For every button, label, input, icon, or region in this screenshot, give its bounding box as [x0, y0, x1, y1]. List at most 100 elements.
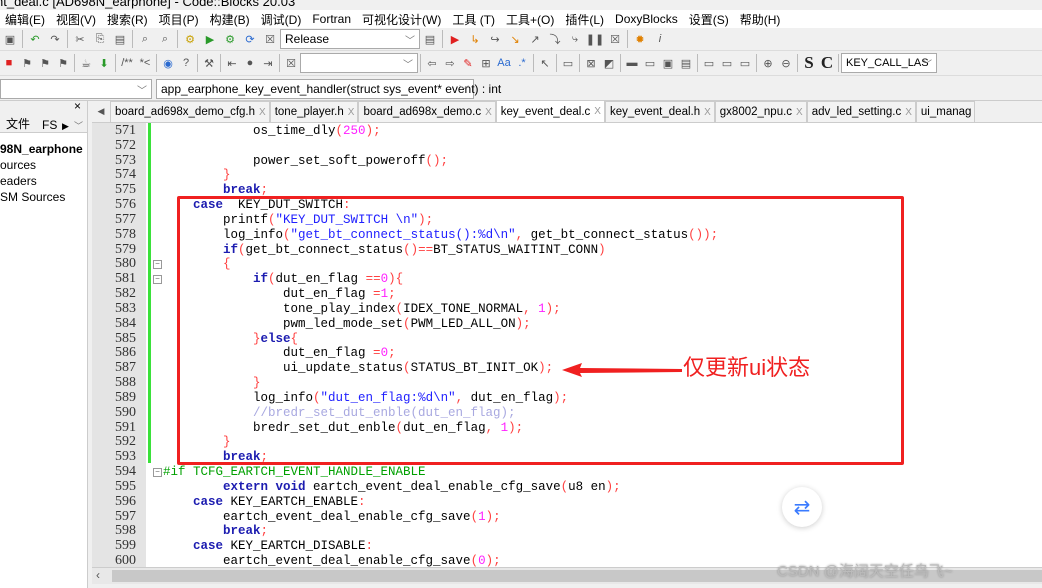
- file-tab[interactable]: key_event_deal.h X: [604, 101, 715, 122]
- menu-item[interactable]: 视图(V): [51, 11, 102, 28]
- rebuild-icon[interactable]: ⟳: [242, 31, 258, 47]
- match-case-icon[interactable]: Aa: [496, 55, 512, 71]
- block3-icon[interactable]: ▣: [660, 55, 676, 71]
- menu-item[interactable]: 构建(B): [205, 11, 256, 28]
- build-gear-icon[interactable]: ⚙: [182, 31, 198, 47]
- run-to-cursor-icon[interactable]: ↳: [467, 31, 483, 47]
- file-tab[interactable]: gx8002_npu.c X: [714, 101, 807, 122]
- step-instruction-icon[interactable]: ⤷: [567, 31, 583, 47]
- block-comment-button[interactable]: /**: [119, 55, 135, 71]
- search-combo[interactable]: ﹀: [300, 53, 418, 73]
- jump-forward-icon[interactable]: ⇥: [260, 55, 276, 71]
- scope-combo[interactable]: ﹀: [0, 78, 152, 99]
- close-tab-icon[interactable]: X: [905, 107, 912, 118]
- close-tab-icon[interactable]: X: [348, 107, 355, 118]
- tree-headers[interactable]: eaders: [0, 173, 87, 189]
- shape3-icon[interactable]: ▭: [737, 55, 753, 71]
- menu-item[interactable]: Fortran: [307, 12, 357, 26]
- paste-icon[interactable]: ▤: [112, 31, 128, 47]
- close-tab-icon[interactable]: X: [704, 107, 711, 118]
- search-prev-icon[interactable]: ⇦: [424, 55, 440, 71]
- fold-toggle-icon[interactable]: −: [153, 260, 162, 270]
- pointer-icon[interactable]: ↖: [537, 55, 553, 71]
- selected-text-icon[interactable]: ⊞: [478, 55, 494, 71]
- menu-item[interactable]: 编辑(E): [0, 11, 51, 28]
- file-tab[interactable]: tone_player.h X: [269, 101, 359, 122]
- save-all-icon[interactable]: ▣: [2, 31, 18, 47]
- s-button[interactable]: S: [801, 53, 817, 72]
- step-into-icon[interactable]: ↘: [507, 31, 523, 47]
- jump-back-icon[interactable]: ⇤: [224, 55, 240, 71]
- tree-project[interactable]: 98N_earphone: [0, 141, 87, 157]
- bookmark-next-icon[interactable]: ⚑: [37, 55, 53, 71]
- tree-sources[interactable]: ources: [0, 157, 87, 173]
- abort-icon[interactable]: ☒: [262, 31, 278, 47]
- close-tab-icon[interactable]: X: [259, 107, 266, 118]
- block4-icon[interactable]: ▤: [678, 55, 694, 71]
- file-tab[interactable]: key_event_deal.c X: [495, 100, 605, 122]
- undo-icon[interactable]: ↶: [27, 31, 43, 47]
- tab-list-icon[interactable]: ﹀: [68, 119, 89, 132]
- build-target-select[interactable]: Release ﹀: [280, 29, 420, 49]
- sync-floating-button[interactable]: ⇄: [782, 487, 822, 527]
- fold-toggle-icon[interactable]: −: [153, 275, 162, 285]
- zoom-out-icon[interactable]: ⊖: [778, 55, 794, 71]
- find-icon[interactable]: ⌕: [137, 31, 153, 47]
- wrench-icon[interactable]: ⚒: [201, 55, 217, 71]
- decision-icon[interactable]: ⊠: [583, 55, 599, 71]
- bookmark-prev-icon[interactable]: ⚑: [19, 55, 35, 71]
- step-out-icon[interactable]: ↗: [527, 31, 543, 47]
- symbol-combo[interactable]: KEY_CALL_LAS ﹀: [841, 53, 937, 73]
- rect-icon[interactable]: ▭: [560, 55, 576, 71]
- html-docs-icon[interactable]: ◉: [160, 55, 176, 71]
- block1-icon[interactable]: ▬: [624, 55, 640, 71]
- menu-item[interactable]: 插件(L): [560, 11, 610, 28]
- block2-icon[interactable]: ▭: [642, 55, 658, 71]
- close-tab-icon[interactable]: X: [594, 106, 601, 117]
- line-comment-button[interactable]: *<: [137, 55, 153, 71]
- close-panel-icon[interactable]: ×: [74, 99, 81, 113]
- menu-item[interactable]: 搜索(R): [102, 11, 154, 28]
- menu-item[interactable]: 工具 (T): [447, 11, 501, 28]
- target-options-icon[interactable]: ▤: [422, 31, 438, 47]
- extract-docs-icon[interactable]: ⬇: [96, 55, 112, 71]
- debug-start-icon[interactable]: ▶: [447, 31, 463, 47]
- scroll-left-icon[interactable]: ‹: [96, 568, 100, 582]
- build-run-icon[interactable]: ⚙: [222, 31, 238, 47]
- file-tab[interactable]: ui_manag: [915, 101, 976, 122]
- loop-icon[interactable]: ◩: [601, 55, 617, 71]
- menu-item[interactable]: 设置(S): [684, 11, 735, 28]
- menu-item[interactable]: 帮助(H): [735, 11, 787, 28]
- fold-toggle-icon[interactable]: −: [153, 468, 162, 478]
- search-next-icon[interactable]: ⇨: [442, 55, 458, 71]
- help-icon[interactable]: ?: [178, 55, 194, 71]
- regex-icon[interactable]: .*: [514, 55, 530, 71]
- shape1-icon[interactable]: ▭: [701, 55, 717, 71]
- menu-item[interactable]: 调试(D): [256, 11, 308, 28]
- file-tab[interactable]: board_ad698x_demo.c X: [358, 101, 496, 122]
- pause-icon[interactable]: ❚❚: [586, 31, 604, 47]
- highlight-icon[interactable]: ✎: [460, 55, 476, 71]
- menu-item[interactable]: 项目(P): [154, 11, 205, 28]
- zoom-in-icon[interactable]: ⊕: [760, 55, 776, 71]
- tree-asm-sources[interactable]: SM Sources: [0, 189, 87, 205]
- close-tab-icon[interactable]: X: [485, 107, 492, 118]
- c-button[interactable]: C: [819, 53, 835, 72]
- doxywizard-icon[interactable]: ☕: [78, 55, 94, 71]
- function-combo[interactable]: app_earphone_key_event_handler(struct sy…: [156, 78, 501, 99]
- info-icon[interactable]: i: [652, 31, 668, 47]
- tab-files[interactable]: 文件: [0, 115, 36, 132]
- run-icon[interactable]: ▶: [202, 31, 218, 47]
- menu-item[interactable]: DoxyBlocks: [610, 12, 684, 26]
- replace-icon[interactable]: ⌕: [157, 31, 173, 47]
- redo-icon[interactable]: ↷: [47, 31, 63, 47]
- debug-windows-icon[interactable]: ✹: [632, 31, 648, 47]
- next-line-icon[interactable]: ↪: [487, 31, 503, 47]
- cut-icon[interactable]: ✂: [72, 31, 88, 47]
- menu-item[interactable]: 工具+(O): [501, 11, 560, 28]
- clear-search-icon[interactable]: ☒: [283, 55, 299, 71]
- jump-dot-icon[interactable]: ●: [242, 55, 258, 71]
- close-tab-icon[interactable]: X: [796, 107, 803, 118]
- bookmark-toggle-icon[interactable]: ■: [1, 55, 17, 71]
- file-tab[interactable]: adv_led_setting.c X: [806, 101, 916, 122]
